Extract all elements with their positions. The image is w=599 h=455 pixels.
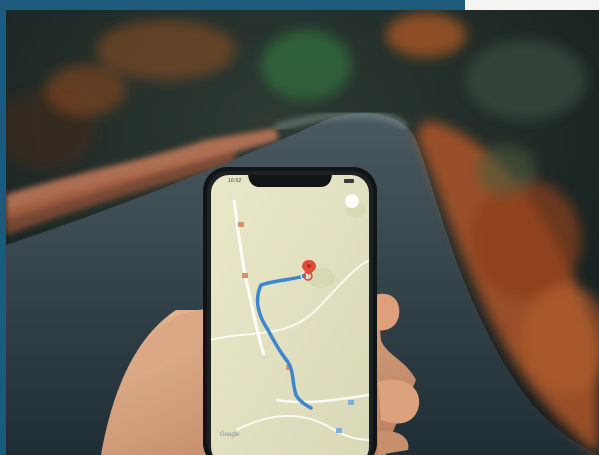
- photo: [6, 10, 599, 455]
- map-watermark: Google: [220, 432, 240, 438]
- photo-canvas: [6, 10, 599, 455]
- top-frame-bar: [0, 0, 465, 10]
- top-right-panel: [465, 0, 599, 10]
- phone-status-time: 16:52: [228, 178, 242, 184]
